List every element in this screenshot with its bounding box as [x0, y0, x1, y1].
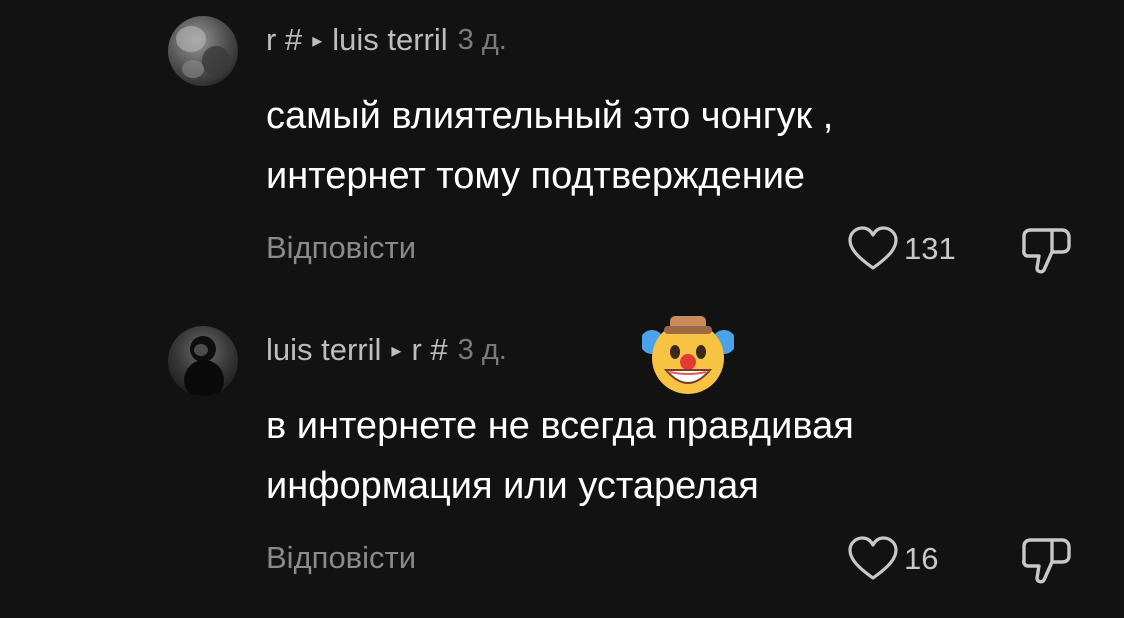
reply-button[interactable]: Відповісти [266, 230, 416, 266]
comment-item: luis terril ▸ r # 3 д. в интернете не вс… [0, 310, 1124, 618]
avatar[interactable] [168, 16, 238, 86]
comment-text-line: в интернете не всегда правдивая [266, 405, 854, 447]
comment-author[interactable]: luis terril [266, 332, 381, 368]
reply-to-user[interactable]: luis terril [332, 22, 447, 58]
dislike-button[interactable] [1018, 536, 1074, 591]
reply-to-user[interactable]: r # [411, 332, 447, 368]
clown-face-emoji [642, 316, 734, 394]
reply-arrow-icon: ▸ [391, 339, 402, 362]
dislike-button[interactable] [1018, 226, 1074, 281]
comment-text-line: информация или устарелая [266, 465, 759, 507]
comment-time: 3 д. [457, 23, 507, 56]
thumbs-down-icon [1022, 538, 1071, 584]
comment-text-line: интернет тому подтверждение [266, 155, 806, 197]
comment-text-line: самый влиятельный это чонгук , [266, 95, 834, 137]
comment-item: r # ▸ luis terril 3 д. самый влиятельный… [0, 0, 1124, 310]
comment-meta: luis terril ▸ r # 3 д. [266, 330, 507, 370]
like-count: 16 [904, 541, 939, 576]
comment-author[interactable]: r # [266, 22, 302, 58]
comment-text: в интернете не всегда правдивая информац… [266, 396, 1026, 516]
thumbs-down-icon [1022, 228, 1071, 274]
reply-button[interactable]: Відповісти [266, 540, 416, 576]
comment-text: самый влиятельный это чонгук , интернет … [266, 86, 1026, 206]
avatar[interactable] [168, 326, 238, 396]
heart-icon [848, 226, 898, 270]
like-button[interactable]: 131 [846, 226, 956, 272]
like-button[interactable]: 16 [846, 536, 938, 582]
heart-icon [848, 536, 898, 580]
comment-meta: r # ▸ luis terril 3 д. [266, 20, 507, 60]
comment-time: 3 д. [457, 333, 507, 366]
like-count: 131 [904, 231, 956, 266]
reply-arrow-icon: ▸ [312, 29, 323, 52]
